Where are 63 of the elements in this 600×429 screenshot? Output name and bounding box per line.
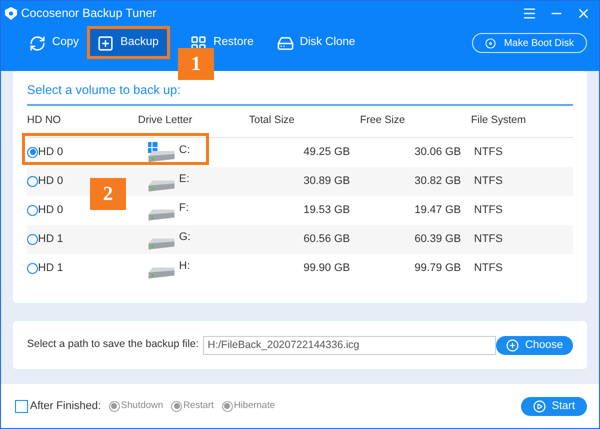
- table-cell-text: 99.79 GB: [414, 261, 461, 276]
- option-label: Shutdown: [120, 398, 164, 413]
- radio-button[interactable]: [27, 146, 38, 158]
- callout-badge: 2: [90, 178, 126, 210]
- drive-icon: [148, 180, 175, 192]
- table-cell-text: 30.82 GB: [414, 174, 461, 189]
- radio-button[interactable]: [27, 234, 38, 245]
- table-cell-text: 19.47 GB: [414, 203, 461, 218]
- table-cell-text: HD 0: [38, 145, 64, 160]
- table-cell-text: 30.89 GB: [304, 174, 350, 189]
- table-cell: NTFS: [474, 233, 503, 245]
- after-finished-label: After Finished:: [30, 398, 101, 414]
- column-header: HD NO: [27, 114, 61, 126]
- plus-circle-icon: [506, 338, 520, 352]
- path-field[interactable]: H:/FileBack_2020722144336.icg: [202, 336, 496, 354]
- start-button[interactable]: Start: [520, 396, 587, 416]
- windows-drive-icon: [148, 142, 175, 163]
- table-cell-text: 60.56 GB: [304, 232, 350, 247]
- path-label: Select a path to save the backup file:: [27, 337, 199, 352]
- column-header: File System: [471, 114, 526, 126]
- column-header: Total Size: [249, 114, 295, 126]
- drive-icon: [148, 208, 175, 220]
- table-cell-text: 19.53 GB: [304, 203, 350, 218]
- disc-icon: [484, 38, 496, 48]
- panel-title: Select a volume to back up:: [27, 81, 573, 106]
- table-cell-text: 60.39 GB: [414, 232, 461, 247]
- menu-icon[interactable]: [522, 6, 537, 20]
- option-label: Hibernate: [234, 398, 276, 413]
- shield-logo-icon: [5, 6, 17, 20]
- refresh-icon: [29, 34, 46, 52]
- radio-button[interactable]: [27, 262, 38, 274]
- table-cell-text: H:: [179, 259, 190, 274]
- table-cell-text: 30.06 GB: [414, 145, 461, 160]
- table-cell: NTFS: [474, 146, 503, 158]
- callout-badge: 1: [178, 48, 214, 80]
- table-cell-text: C:: [179, 143, 190, 158]
- table-cell: NTFS: [474, 204, 503, 216]
- table-cell-text: 49.25 GB: [304, 145, 350, 160]
- plus-square-icon: [97, 34, 114, 52]
- toolbar-tab[interactable]: Copy: [23, 28, 85, 58]
- table-cell: NTFS: [474, 175, 503, 187]
- drive-icon: [148, 266, 175, 278]
- option-label: Restart: [183, 398, 214, 413]
- table-cell-text: E:: [179, 172, 190, 187]
- radio-button[interactable]: [27, 176, 38, 187]
- play-circle-icon: [532, 400, 546, 412]
- table-cell-text: F:: [179, 201, 189, 216]
- window-title: Cocosenor Backup Tuner: [21, 5, 156, 22]
- table-cell: NTFS: [474, 262, 503, 274]
- radio-button[interactable]: [27, 204, 38, 216]
- column-header: Free Size: [360, 114, 405, 126]
- table-cell-text: HD 1: [38, 261, 64, 276]
- table-cell-text: HD 0: [38, 174, 64, 189]
- column-header: Drive Letter: [138, 114, 192, 126]
- make-boot-disk-button[interactable]: Make Boot Disk: [472, 33, 587, 53]
- table-cell-text: G:: [179, 230, 191, 245]
- checkbox[interactable]: [15, 400, 28, 412]
- table-cell-text: 99.90 GB: [304, 261, 350, 276]
- drive-icon: [148, 238, 175, 250]
- choose-button[interactable]: Choose: [496, 336, 573, 354]
- table-cell-text: HD 1: [38, 232, 64, 247]
- toolbar-tab[interactable]: Disk Clone: [270, 28, 362, 58]
- table-cell-text: HD 0: [38, 203, 64, 218]
